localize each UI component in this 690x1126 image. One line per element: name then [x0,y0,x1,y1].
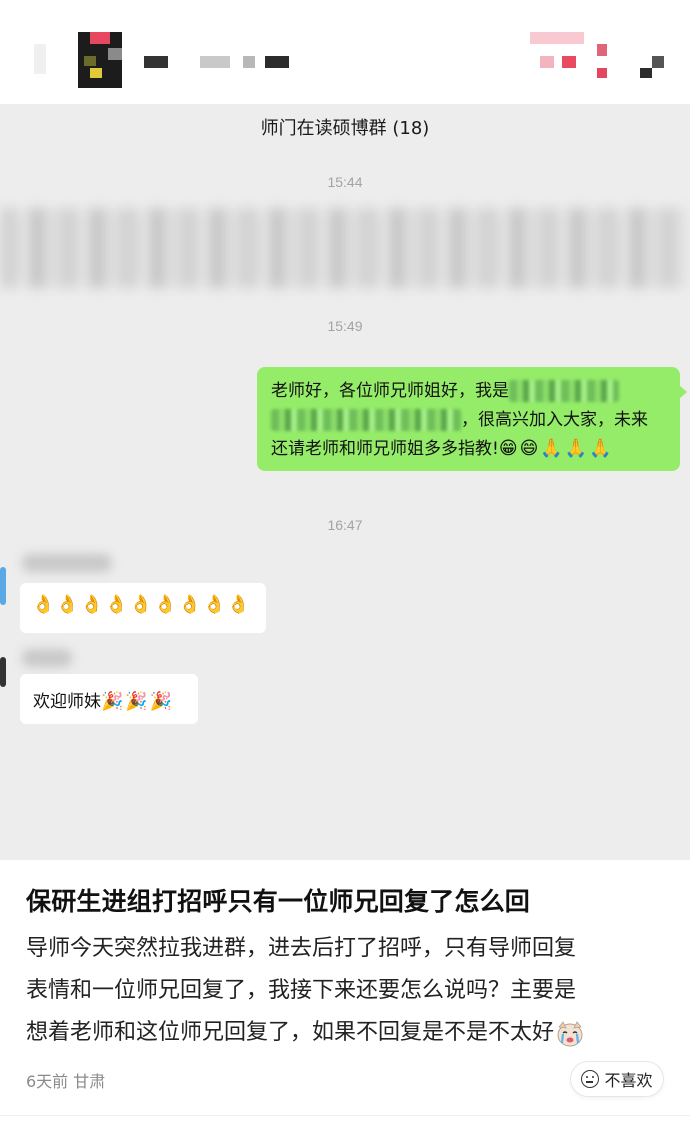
my-message-line2: ，很高兴加入大家，未来 [271,406,666,435]
blurred-message [0,208,690,288]
pixelated-header [0,0,690,104]
ok-hand-emoji-icon: 👌 [129,594,153,615]
post-card[interactable]: 保研生进组打招呼只有一位师兄回复了怎么回 导师今天突然拉我进群，进去后打了招呼，… [0,860,690,1126]
pray-emoji-icon: 🙏 [564,438,588,459]
post-title[interactable]: 保研生进组打招呼只有一位师兄回复了怎么回 [26,882,530,918]
sender-name-blurred [22,649,72,667]
avatar[interactable] [0,657,6,687]
ok-hand-emoji-icon: 👌 [56,594,79,615]
post-meta: 6天前 甘肃 [26,1072,106,1091]
ok-hand-emoji-icon: 👌 [105,594,128,615]
my-message-bubble[interactable]: 老师好，各位师兄师姐好，我是 ，很高兴加入大家，未来 还请老师和师兄师姐多多指教… [257,367,687,471]
dislike-label: 不喜欢 [604,1071,653,1090]
ok-hand-emoji-icon: 👌 [80,594,104,615]
pray-emoji-icon: 🙏 [540,438,563,459]
party-popper-emoji-icon: 🎉 [125,691,148,712]
timestamp: 16:47 [327,517,363,533]
pray-emoji-icon: 🙏 [589,438,612,459]
smile-emoji-icon: 😄 [519,438,539,459]
my-message-line3: 还请老师和师兄师姐多多指教!😁 😄 🙏 🙏 🙏 [271,438,612,459]
dislike-button[interactable]: 不喜欢 [571,1062,663,1096]
post-body-last-line: 想着老师和这位师兄回复了，如果不回复是不是不太好 [26,1012,666,1054]
grin-emoji-icon: 😁 [498,438,518,459]
sender-name-blurred [22,554,112,572]
ok-hand-emoji-icon: 👌 [202,594,226,615]
ok-hand-emoji-icon: 👌 [154,594,177,615]
screenshot: 师门在读硕博群 (18) 15:44 15:49 老师好，各位师兄师姐好，我是 … [0,0,690,1126]
divider [0,1115,690,1116]
group-title: 师门在读硕博群 (18) [260,118,430,139]
post-body[interactable]: 导师今天突然拉我进群，进去后打了招呼，只有导师回复 表情和一位师兄回复了，我接下… [26,928,666,1054]
redacted-text [509,380,619,402]
timestamp: 15:44 [327,174,363,190]
ok-hand-emoji-icon: 👌 [227,594,250,615]
redacted-text [271,409,461,431]
pixel-status-pink [530,32,584,44]
crying-dog-icon [556,1020,584,1047]
party-popper-emoji-icon: 🎉 [149,691,173,712]
avatar[interactable] [0,567,6,605]
ok-hand-emoji-icon: 👌 [32,594,55,615]
reply-bubble-ok[interactable]: 👌 👌 👌 👌 👌 👌 👌 👌 👌 [20,583,266,633]
reply-bubble-welcome[interactable]: 欢迎师妹🎉 🎉 🎉 [20,674,198,724]
party-popper-emoji-icon: 🎉 [101,691,124,712]
my-message-line1: 老师好，各位师兄师姐好，我是 [271,377,666,406]
ok-hand-emoji-icon: 👌 [178,594,201,615]
chat-area[interactable]: 师门在读硕博群 (18) 15:44 15:49 老师好，各位师兄师姐好，我是 … [0,104,690,860]
timestamp: 15:49 [327,318,363,334]
unhappy-face-icon [581,1070,600,1088]
